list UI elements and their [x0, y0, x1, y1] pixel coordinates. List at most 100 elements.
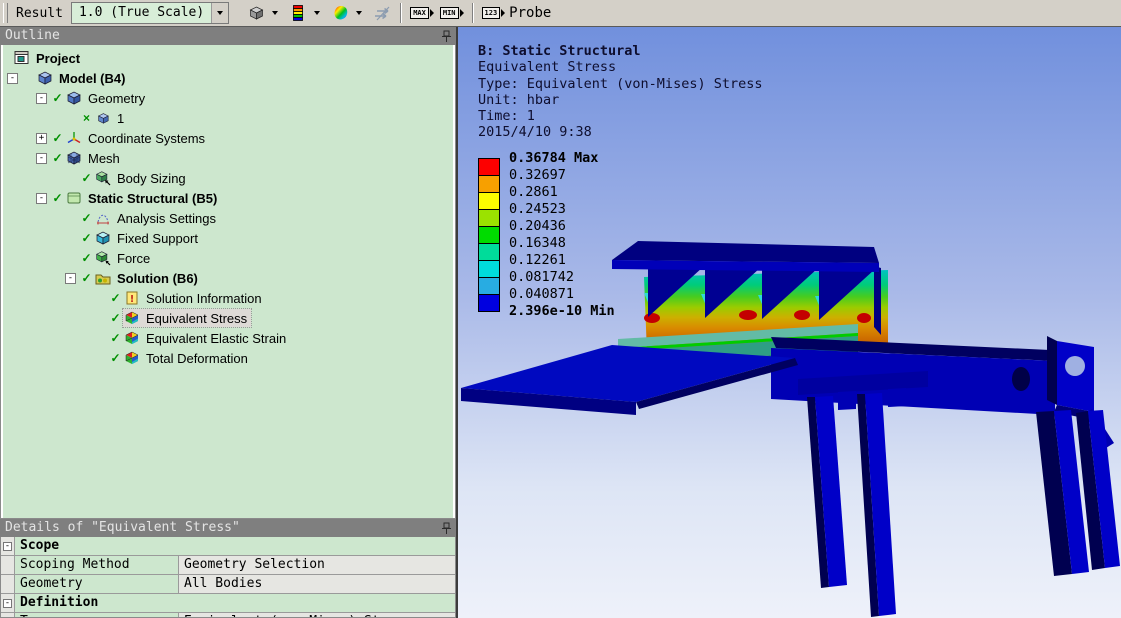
tree-item-label: Geometry: [88, 90, 146, 106]
collapse-minus-icon[interactable]: -: [3, 598, 12, 608]
chevron-down-icon: [314, 11, 321, 15]
model-icon: [37, 70, 54, 86]
check-icon: ✓: [52, 151, 63, 165]
analysis-settings-icon: [95, 210, 112, 226]
collapse-minus-icon[interactable]: -: [7, 72, 18, 84]
collapse-minus-icon[interactable]: -: [3, 541, 12, 551]
geometry-display-button[interactable]: [244, 2, 268, 24]
tree-item-label: Project: [36, 50, 81, 66]
tree-item-project[interactable]: Project: [1, 48, 455, 68]
fixed-support-icon: [95, 230, 112, 246]
tree-item-static-structural-b5[interactable]: - ✓ Static Structural (B5): [1, 188, 455, 208]
result-info-line: 2015/4/10 9:38: [478, 124, 592, 141]
tree-item-label: Mesh: [88, 150, 120, 166]
tree-item-mesh[interactable]: - ✓ Mesh: [1, 148, 455, 168]
geometry-icon: [66, 90, 83, 106]
contours-button[interactable]: [286, 2, 310, 24]
tree-item-solution-information[interactable]: -✓!Solution Information: [1, 288, 455, 308]
check-icon: ✓: [81, 231, 92, 245]
details-title-text: Details of "Equivalent Stress": [5, 520, 240, 535]
legend-color-cell: [479, 176, 499, 193]
tree-item-label: Force: [117, 250, 151, 266]
body-sizing-icon: [95, 170, 112, 186]
result-info-block: B: Static Structural Equivalent Stress Ty…: [478, 43, 762, 141]
details-value-type[interactable]: Equivalent (von-Mises) Stress: [179, 613, 455, 617]
smooth-contours-button[interactable]: [328, 2, 352, 24]
max-annotation-icon: MAX: [410, 7, 429, 19]
legend-color-cell: [479, 159, 499, 176]
legend-value-label: 0.24523: [509, 201, 566, 217]
probe-button[interactable]: 123 Probe: [480, 2, 554, 24]
tree-item-1[interactable]: -×1: [1, 108, 455, 128]
smooth-contours-dropdown[interactable]: [353, 2, 365, 24]
tree-item-model-b4[interactable]: - Model (B4): [1, 68, 455, 88]
geometry-display-dropdown[interactable]: [269, 2, 281, 24]
details-row-definition: - Definition: [1, 594, 455, 613]
legend-value-label: 0.20436: [509, 218, 566, 234]
toolbar-grip[interactable]: [3, 3, 8, 23]
details-row-geometry: Geometry All Bodies: [1, 575, 455, 594]
max-annotation-button[interactable]: MAX: [408, 2, 436, 24]
details-row-type: TypeEquivalent (von-Mises) Stress: [1, 613, 455, 617]
tree-item-label: 1: [117, 110, 125, 126]
vector-display-button[interactable]: [370, 2, 394, 24]
mesh-icon: [66, 150, 83, 166]
tree-item-label: Fixed Support: [117, 230, 198, 246]
collapse-minus-icon[interactable]: -: [36, 192, 47, 204]
check-icon: ✓: [110, 311, 121, 325]
contours-dropdown[interactable]: [311, 2, 323, 24]
tree-item-equivalent-stress[interactable]: -✓Equivalent Stress: [1, 308, 455, 328]
details-value-scoping-method[interactable]: Geometry Selection: [179, 556, 455, 574]
result-info-line: Time: 1: [478, 108, 535, 125]
check-icon: ✓: [110, 351, 121, 365]
check-icon: ✓: [52, 131, 63, 145]
coordinate-systems-icon: [66, 130, 83, 146]
tree-item-label: Static Structural (B5): [88, 190, 218, 206]
check-icon: ✓: [81, 271, 92, 285]
tree-item-analysis-settings[interactable]: -✓Analysis Settings: [1, 208, 455, 228]
collapse-minus-icon[interactable]: -: [36, 152, 47, 164]
collapse-minus-icon[interactable]: -: [36, 92, 47, 104]
pin-icon[interactable]: [441, 521, 452, 535]
details-gutter: [1, 613, 15, 617]
result-info-line: Equivalent Stress: [478, 59, 617, 76]
legend-color-cell: [479, 278, 499, 295]
tree-item-force[interactable]: -✓Force: [1, 248, 455, 268]
chevron-down-icon: [272, 11, 279, 15]
tree-item-label: Analysis Settings: [117, 210, 216, 226]
outline-panel-title: Outline: [0, 27, 456, 45]
tree-item-solution-b6[interactable]: - ✓ Solution (B6): [1, 268, 455, 288]
result-label: Result: [16, 5, 63, 21]
toolbar-separator: [471, 3, 474, 23]
project-icon: [14, 50, 31, 66]
tree-item-label: Solution Information: [146, 290, 262, 306]
min-annotation-button[interactable]: MIN: [438, 2, 466, 24]
graphics-viewport[interactable]: B: Static Structural Equivalent Stress Ty…: [458, 27, 1121, 618]
scale-dropdown-button[interactable]: [211, 3, 229, 23]
details-field-label: Geometry: [15, 575, 179, 593]
tree-item-coordinate-systems[interactable]: + ✓ Coordinate Systems: [1, 128, 455, 148]
collapse-minus-icon[interactable]: -: [65, 272, 76, 284]
details-field-label: Type: [15, 613, 179, 617]
tree-item-equivalent-elastic-strain[interactable]: -✓Equivalent Elastic Strain: [1, 328, 455, 348]
legend-value-label: 0.36784 Max: [509, 150, 599, 166]
details-category-label: Definition: [15, 594, 455, 612]
details-gutter: -: [1, 594, 15, 612]
expand-plus-icon[interactable]: +: [36, 132, 47, 144]
check-icon: ✓: [81, 171, 92, 185]
result-icon: [124, 350, 141, 366]
legend-value-label: 0.16348: [509, 235, 566, 251]
tree-item-total-deformation[interactable]: -✓Total Deformation: [1, 348, 455, 368]
legend-value-label: 0.32697: [509, 167, 566, 183]
legend-color-bar: [478, 158, 500, 312]
check-icon: ✓: [81, 211, 92, 225]
scale-combobox[interactable]: 1.0 (True Scale): [70, 2, 230, 24]
tree-item-geometry[interactable]: - ✓ Geometry: [1, 88, 455, 108]
tree-item-fixed-support[interactable]: -✓Fixed Support: [1, 228, 455, 248]
tree-item-body-sizing[interactable]: -✓Body Sizing: [1, 168, 455, 188]
details-category-label: Scope: [15, 537, 455, 555]
probe-icon: 123: [481, 7, 501, 19]
tree-item-label: Body Sizing: [117, 170, 186, 186]
details-value-geometry[interactable]: All Bodies: [179, 575, 455, 593]
pin-icon[interactable]: [441, 29, 452, 43]
